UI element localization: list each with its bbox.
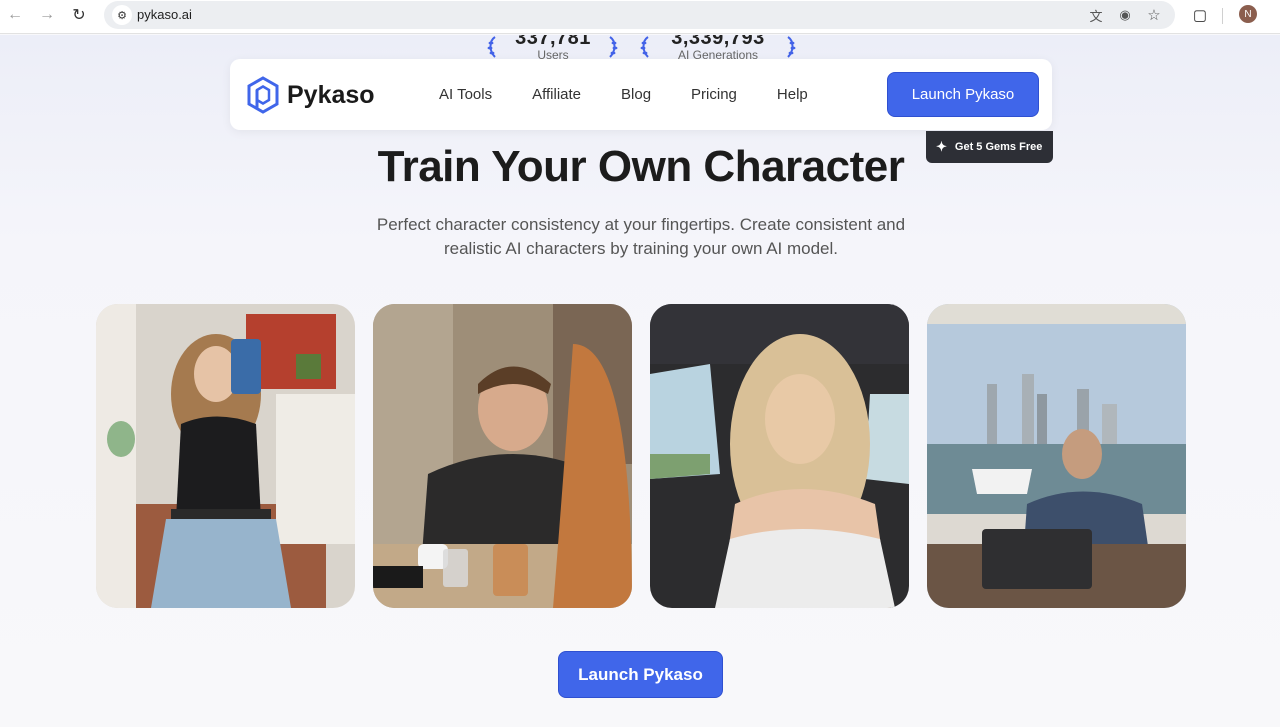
laurel-left-icon [639, 35, 657, 59]
laurel-right-icon [779, 35, 797, 59]
page-content: 337,781 Users 3,339,793 AI Generations P… [0, 35, 1280, 727]
laurel-left-icon [486, 35, 504, 59]
nav-blog[interactable]: Blog [621, 86, 651, 103]
brand-logo[interactable]: Pykaso [246, 76, 375, 114]
bookmark-star-icon[interactable]: ☆ [1145, 6, 1163, 24]
character-photo-man-boat [927, 304, 1186, 608]
site-settings-icon[interactable]: ⚙ [112, 5, 132, 25]
reload-icon[interactable]: ↻ [68, 4, 90, 26]
nav-ai-tools[interactable]: AI Tools [439, 86, 492, 103]
site-header: Pykaso AI Tools Affiliate Blog Pricing H… [230, 59, 1052, 130]
page-title: Train Your Own Character [377, 142, 905, 191]
character-photo-woman-car [650, 304, 909, 608]
browser-toolbar: ← → ↻ ⚙ pykaso.ai 文 ◉ ☆ ▢ N [0, 0, 1280, 34]
hero-subtitle: Perfect character consistency at your fi… [376, 215, 906, 258]
character-photo-man-cafe [373, 304, 632, 608]
url-text[interactable]: pykaso.ai [137, 7, 192, 22]
profile-avatar[interactable]: N [1239, 5, 1257, 23]
toolbar-divider [1222, 8, 1223, 24]
stat-users: 337,781 Users [512, 35, 594, 62]
eye-off-icon[interactable]: ◉ [1116, 6, 1134, 24]
extensions-puzzle-icon[interactable]: ▢ [1190, 5, 1210, 25]
nav-affiliate[interactable]: Affiliate [532, 86, 581, 103]
back-arrow-icon[interactable]: ← [4, 4, 26, 26]
character-photo-woman-selfie [96, 304, 355, 608]
address-bar[interactable]: ⚙ pykaso.ai 文 ◉ ☆ [104, 1, 1175, 29]
nav-help[interactable]: Help [777, 86, 808, 103]
nav-pricing[interactable]: Pricing [691, 86, 737, 103]
translate-icon[interactable]: 文 [1087, 6, 1105, 24]
stat-generations: 3,339,793 AI Generations [663, 35, 773, 62]
launch-pykaso-cta-button[interactable]: Launch Pykaso [558, 651, 723, 698]
hexagon-logo-icon [247, 76, 279, 114]
laurel-right-icon [601, 35, 619, 59]
main-nav: AI Tools Affiliate Blog Pricing Help [439, 86, 848, 103]
launch-pykaso-button[interactable]: Launch Pykaso [887, 72, 1039, 117]
forward-arrow-icon[interactable]: → [36, 4, 58, 26]
brand-name: Pykaso [287, 80, 375, 109]
